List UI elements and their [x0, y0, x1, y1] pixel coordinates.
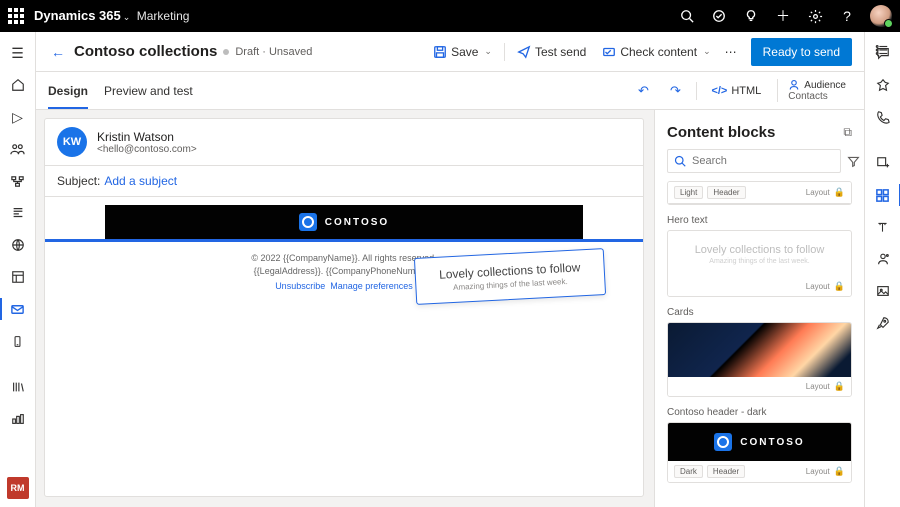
content-blocks-panel: Content blocks ⧉ Light Header [654, 110, 864, 507]
rocket-icon[interactable] [865, 308, 900, 338]
settings-icon[interactable] [806, 7, 824, 25]
email-canvas[interactable]: KW Kristin Watson <hello@contoso.com> Su… [44, 118, 644, 497]
user-badge[interactable]: RM [7, 477, 29, 499]
sender-name: Kristin Watson [97, 130, 197, 144]
search-icon [674, 155, 686, 167]
card-image-preview [668, 323, 851, 377]
help-icon[interactable]: ? [838, 7, 856, 25]
audience-button[interactable]: Audience Contacts [777, 79, 852, 102]
add-subject-link[interactable]: Add a subject [104, 174, 177, 188]
app-launcher-icon[interactable] [8, 8, 24, 24]
task-list-icon[interactable] [870, 38, 894, 62]
status-dot-icon [223, 49, 229, 55]
page-title: Contoso collections [74, 43, 217, 60]
contoso-logo-icon [714, 433, 732, 451]
save-button[interactable]: Save⌄ [427, 38, 498, 66]
block-card[interactable]: Layout 🔒 [667, 322, 852, 397]
manage-preferences-link[interactable]: Manage preferences [330, 281, 413, 291]
html-toggle[interactable]: </>HTML [705, 85, 767, 97]
page-status: Draft · Unsaved [235, 46, 312, 58]
form-icon[interactable] [0, 198, 36, 228]
personalize-icon[interactable] [865, 244, 900, 274]
tab-bar: Design Preview and test ↶ ↷ </>HTML Audi… [36, 72, 864, 110]
suite-bar: Dynamics 365⌄ Marketing ＋ ? [0, 0, 900, 32]
copilot-icon[interactable] [865, 70, 900, 100]
subject-row[interactable]: Subject: Add a subject [45, 166, 643, 197]
main-area: ← Contoso collections Draft · Unsaved Sa… [36, 32, 864, 507]
lock-icon: 🔒 [834, 187, 845, 198]
lightbulb-icon[interactable] [742, 7, 760, 25]
test-send-button[interactable]: Test send [511, 38, 592, 66]
tab-preview[interactable]: Preview and test [104, 72, 193, 109]
tab-design[interactable]: Design [48, 72, 88, 109]
layout-icon[interactable] [0, 262, 36, 292]
right-nav-rail [864, 32, 900, 507]
add-icon[interactable]: ＋ [774, 7, 792, 25]
lock-icon: 🔒 [834, 466, 845, 477]
undo-button[interactable]: ↶ [630, 78, 656, 104]
sender-avatar: KW [57, 127, 87, 157]
command-bar: ← Contoso collections Draft · Unsaved Sa… [36, 32, 864, 72]
search-box[interactable] [667, 149, 841, 173]
redo-button[interactable]: ↷ [662, 78, 688, 104]
sender-email: <hello@contoso.com> [97, 144, 197, 155]
insights-icon[interactable] [0, 404, 36, 434]
contoso-logo-icon [299, 213, 317, 231]
lock-icon: 🔒 [834, 381, 845, 392]
home-icon[interactable] [0, 70, 36, 100]
add-element-icon[interactable] [865, 148, 900, 178]
dragged-block[interactable]: Lovely collections to follow Amazing thi… [414, 248, 606, 305]
search-icon[interactable] [678, 7, 696, 25]
block-card[interactable]: Lovely collections to follow Amazing thi… [667, 230, 852, 297]
email-icon[interactable] [0, 294, 36, 324]
globe-icon[interactable] [0, 230, 36, 260]
user-avatar[interactable] [870, 5, 892, 27]
text-icon[interactable] [865, 212, 900, 242]
unsubscribe-link[interactable]: Unsubscribe [275, 281, 325, 291]
back-button[interactable]: ← [48, 42, 68, 62]
panel-expand-icon[interactable]: ⧉ [843, 125, 852, 140]
image-icon[interactable] [865, 276, 900, 306]
phone-icon[interactable] [865, 102, 900, 132]
assist-icon[interactable] [710, 7, 728, 25]
accent-bar [45, 239, 643, 242]
device-icon[interactable] [0, 326, 36, 356]
email-header-dark[interactable]: CONTOSO [105, 205, 583, 239]
panel-title: Content blocks [667, 124, 775, 141]
check-content-button[interactable]: Check content⌄ [596, 38, 716, 66]
left-nav-rail: ☰ ▷ RM [0, 32, 36, 507]
more-button[interactable]: ⋯ [721, 38, 741, 66]
blocks-icon[interactable] [865, 180, 900, 210]
sender-row[interactable]: KW Kristin Watson <hello@contoso.com> [45, 119, 643, 166]
play-icon[interactable]: ▷ [0, 102, 36, 132]
search-input[interactable] [692, 155, 834, 167]
brand-label[interactable]: Dynamics 365⌄ Marketing [34, 7, 189, 25]
block-card[interactable]: CONTOSO Dark Header Layout 🔒 [667, 422, 852, 483]
email-body[interactable]: CONTOSO © 2022 {{CompanyName}}. All righ… [45, 197, 643, 496]
lock-icon: 🔒 [834, 281, 845, 292]
block-card[interactable]: Light Header Layout 🔒 [667, 181, 852, 205]
library-icon[interactable] [0, 372, 36, 402]
hamburger-icon[interactable]: ☰ [0, 38, 36, 68]
filter-icon[interactable] [847, 155, 860, 168]
block-list: Light Header Layout 🔒 Hero text Lovely c… [655, 181, 864, 507]
people-icon[interactable] [0, 134, 36, 164]
journey-icon[interactable] [0, 166, 36, 196]
ready-to-send-button[interactable]: Ready to send [751, 38, 852, 66]
